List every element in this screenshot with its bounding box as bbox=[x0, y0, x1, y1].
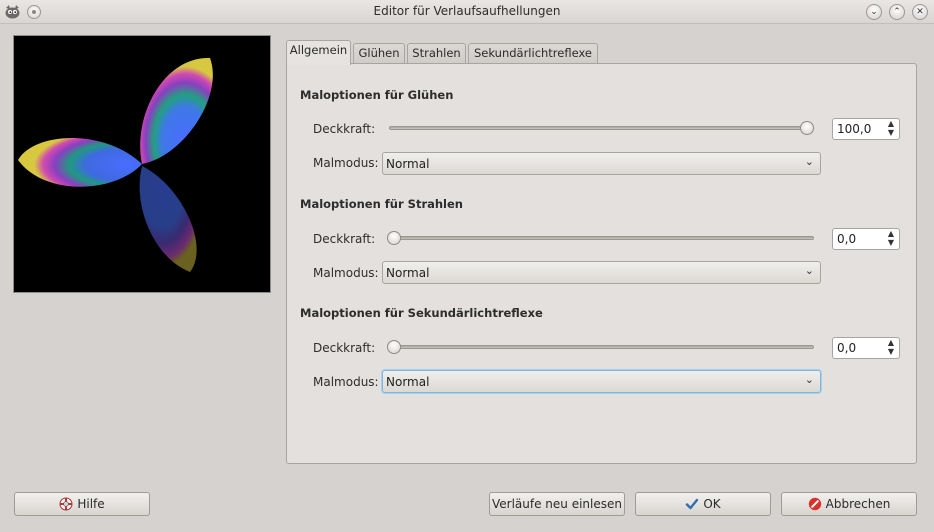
tab-strahlen[interactable]: Strahlen bbox=[407, 43, 466, 64]
tab-panel-allgemein: Maloptionen für Glühen Deckkraft: 100,0 … bbox=[286, 63, 917, 464]
sekundaer-opacity-spinbutton[interactable]: 0,0 ▲ ▼ bbox=[832, 337, 900, 359]
flare-preview bbox=[13, 35, 271, 293]
section-title-gluehen: Maloptionen für Glühen bbox=[300, 88, 454, 102]
strahlen-mode-combo[interactable]: Normal ⌄ bbox=[382, 261, 821, 284]
reload-label: Verläufe neu einlesen bbox=[492, 497, 622, 511]
tab-label: Strahlen bbox=[412, 46, 461, 60]
minimize-icon: ⌄ bbox=[870, 7, 878, 17]
gluehen-mode-combo[interactable]: Normal ⌄ bbox=[382, 152, 821, 175]
gluehen-opacity-slider-handle[interactable] bbox=[800, 121, 814, 135]
gluehen-opacity-spinbutton[interactable]: 100,0 ▲ ▼ bbox=[832, 118, 900, 140]
sekundaer-mode-combo[interactable]: Normal ⌄ bbox=[382, 370, 821, 393]
ok-button[interactable]: OK bbox=[635, 492, 771, 516]
strahlen-opacity-spinbutton[interactable]: 0,0 ▲ ▼ bbox=[832, 228, 900, 250]
sekundaer-opacity-slider[interactable] bbox=[389, 345, 814, 349]
cancel-icon bbox=[808, 497, 821, 511]
section-title-strahlen: Maloptionen für Strahlen bbox=[300, 197, 463, 211]
close-button[interactable]: ✕ bbox=[912, 4, 928, 20]
spin-arrows-icon[interactable]: ▲ ▼ bbox=[885, 338, 897, 358]
help-button[interactable]: Hilfe bbox=[14, 492, 150, 516]
ok-label: OK bbox=[703, 497, 721, 511]
chevron-down-icon: ⌄ bbox=[804, 264, 814, 277]
help-lifebuoy-icon bbox=[59, 497, 73, 511]
mode-label: Malmodus: bbox=[313, 156, 379, 170]
tab-label: Sekundärlichtreflexe bbox=[473, 46, 593, 60]
strahlen-opacity-slider[interactable] bbox=[389, 236, 814, 240]
sekundaer-opacity-slider-handle[interactable] bbox=[387, 340, 401, 354]
strahlen-opacity-slider-handle[interactable] bbox=[387, 231, 401, 245]
spin-value: 0,0 bbox=[837, 341, 857, 355]
combo-value: Normal bbox=[386, 157, 430, 171]
combo-value: Normal bbox=[386, 375, 430, 389]
maximize-button[interactable]: ⌃ bbox=[889, 4, 905, 20]
dialog-window: Editor für Verlaufsaufhellungen ⌄ ⌃ ✕ Al… bbox=[0, 0, 934, 532]
section-title-sekundaerlichtreflexe: Maloptionen für Sekundärlichtreflexe bbox=[300, 306, 543, 320]
cancel-label: Abbrechen bbox=[825, 497, 891, 511]
window-title: Editor für Verlaufsaufhellungen bbox=[373, 4, 561, 18]
chevron-down-icon: ⌄ bbox=[804, 373, 814, 386]
title-bar[interactable]: Editor für Verlaufsaufhellungen ⌄ ⌃ ✕ bbox=[0, 0, 934, 24]
flare-preview-image bbox=[18, 57, 213, 272]
chevron-down-icon: ⌄ bbox=[804, 155, 814, 168]
cancel-button[interactable]: Abbrechen bbox=[781, 492, 917, 516]
reload-gradients-button[interactable]: Verläufe neu einlesen bbox=[489, 492, 625, 516]
spin-arrows-icon[interactable]: ▲ ▼ bbox=[885, 229, 897, 249]
mode-label: Malmodus: bbox=[313, 375, 379, 389]
maximize-icon: ⌃ bbox=[893, 7, 901, 17]
tab-sekundaerlichtreflexe[interactable]: Sekundärlichtreflexe bbox=[468, 43, 598, 64]
opacity-label: Deckkraft: bbox=[313, 341, 376, 355]
tab-gluehen[interactable]: Glühen bbox=[353, 43, 405, 64]
spin-value: 0,0 bbox=[837, 232, 857, 246]
combo-value: Normal bbox=[386, 266, 430, 280]
minimize-button[interactable]: ⌄ bbox=[866, 4, 882, 20]
tab-label: Glühen bbox=[358, 46, 400, 60]
close-icon: ✕ bbox=[916, 7, 924, 17]
mode-label: Malmodus: bbox=[313, 266, 379, 280]
tab-allgemein[interactable]: Allgemein bbox=[286, 40, 351, 65]
checkmark-icon bbox=[686, 498, 699, 510]
spin-arrows-icon[interactable]: ▲ ▼ bbox=[885, 119, 897, 139]
help-label: Hilfe bbox=[77, 497, 105, 511]
opacity-label: Deckkraft: bbox=[313, 122, 376, 136]
spin-value: 100,0 bbox=[837, 122, 872, 136]
gluehen-opacity-slider[interactable] bbox=[389, 126, 814, 130]
tab-label: Allgemein bbox=[289, 43, 348, 57]
opacity-label: Deckkraft: bbox=[313, 232, 376, 246]
